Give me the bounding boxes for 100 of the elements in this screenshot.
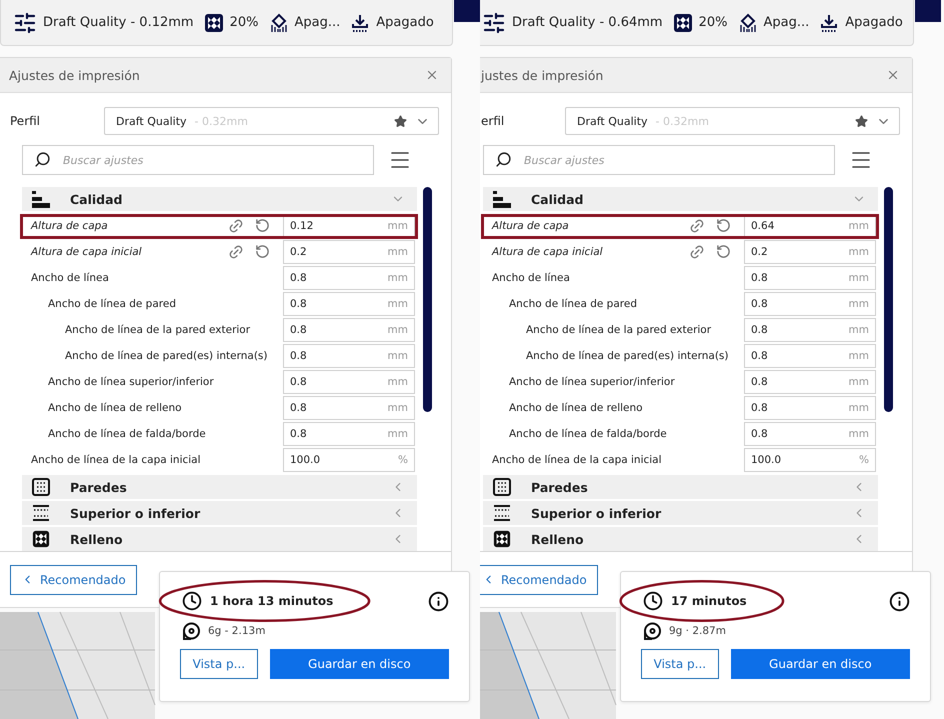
recommended-button[interactable]: Recomendado (480, 564, 598, 594)
reset-icon[interactable] (716, 244, 731, 259)
search-field[interactable]: Buscar ajustes (483, 145, 835, 175)
category-header[interactable]: Calidad (22, 187, 417, 211)
print-setup-toolbar[interactable]: Draft Quality - 0.12mm 20% Apag... Apagado (0, 0, 453, 46)
category-name: Superior o inferior (70, 506, 202, 520)
value-field[interactable]: 0.8 mm (744, 344, 876, 368)
setting-label: Altura de capa inicial (30, 246, 143, 258)
setting-label: Ancho de línea de la pared exterior (64, 324, 252, 336)
setting-label: Ancho de línea de falda/borde (508, 428, 668, 440)
category-header[interactable]: Relleno (22, 527, 417, 551)
spool-icon (182, 622, 200, 640)
scrollbar-thumb[interactable] (423, 187, 432, 412)
setting-label: Ancho de línea de falda/borde (47, 428, 207, 440)
unit-label: mm (848, 298, 869, 310)
profile-label: erfil (481, 114, 506, 128)
print-setup-toolbar[interactable]: Draft Quality - 0.64mm 20% Apag... Apagado (480, 0, 914, 46)
info-icon[interactable] (889, 590, 910, 612)
save-to-disk-button[interactable]: Guardar en disco (270, 649, 449, 679)
unit-label: mm (848, 350, 869, 362)
search-icon (495, 151, 512, 168)
value-field[interactable]: 0.8 mm (744, 422, 876, 446)
value-field[interactable]: 0.8 mm (283, 292, 415, 316)
search-field[interactable]: Buscar ajustes (22, 145, 374, 175)
category-name: Paredes (531, 480, 589, 494)
unit-label: mm (388, 350, 408, 362)
scrollbar-thumb[interactable] (884, 187, 893, 412)
toolbar-label: Apag... (294, 15, 340, 30)
header-strip (454, 0, 480, 22)
material-usage: 6g - 2.13m (208, 625, 266, 637)
sliders-icon (482, 10, 506, 34)
download-icon (819, 12, 840, 32)
value-field[interactable]: 0.8 mm (744, 266, 876, 290)
value-field[interactable]: 0.8 mm (283, 344, 415, 368)
setting-label: Ancho de línea de la pared exterior (525, 324, 712, 336)
category-header[interactable]: Relleno (483, 527, 878, 551)
star-icon[interactable] (855, 114, 868, 128)
save-to-disk-button[interactable]: Guardar en disco (730, 649, 910, 679)
setting-label: Ancho de línea superior/inferior (47, 376, 215, 388)
unit-label: mm (388, 428, 408, 440)
preview-button[interactable]: Vista p... (641, 649, 719, 679)
toolbar-label: 20% (230, 15, 258, 30)
header-strip (915, 0, 941, 22)
value-field[interactable]: 0.8 mm (744, 396, 876, 420)
close-button[interactable] (425, 68, 439, 82)
close-button[interactable] (886, 68, 900, 82)
unit-label: mm (848, 272, 869, 284)
unit-label: mm (848, 324, 869, 336)
unit-label: mm (388, 402, 408, 414)
reset-icon[interactable] (255, 218, 270, 233)
category-header[interactable]: Paredes (22, 475, 417, 499)
unit-label: mm (388, 272, 408, 284)
value-field[interactable]: 100.0 % (283, 448, 415, 472)
profile-name: Draft Quality (577, 114, 648, 128)
category-header[interactable]: Paredes (483, 475, 878, 499)
print-time: 17 minutos (671, 594, 747, 608)
search-icon (34, 151, 51, 168)
setting-label: Altura de capa (490, 220, 570, 232)
infill-icon (32, 530, 50, 548)
category-header[interactable]: Superior o inferior (483, 501, 878, 525)
value-field[interactable]: 0.8 mm (283, 396, 415, 420)
value-field[interactable]: 0.2 mm (744, 240, 876, 264)
unit-label: mm (388, 376, 408, 388)
reset-icon[interactable] (716, 218, 731, 233)
value-field[interactable]: 0.8 mm (283, 422, 415, 446)
unit-label: mm (848, 376, 869, 388)
value-field[interactable]: 0.8 mm (744, 318, 876, 342)
category-header[interactable]: Superior o inferior (22, 501, 417, 525)
setting-label: Ancho de línea de relleno (508, 402, 644, 414)
value-field[interactable]: 0.64 mm (744, 214, 876, 238)
category-name: Relleno (70, 532, 124, 546)
value-field[interactable]: 0.8 mm (744, 370, 876, 394)
panel-title: justes de impresión (481, 68, 604, 82)
value-field[interactable]: 0.2 mm (283, 240, 415, 264)
value-field[interactable]: 0.8 mm (283, 266, 415, 290)
category-name: Calidad (70, 192, 124, 206)
unit-label: % (398, 454, 408, 466)
star-icon[interactable] (394, 114, 407, 128)
reset-icon[interactable] (255, 244, 270, 259)
setting-label: Ancho de línea (30, 272, 110, 284)
unit-label: mm (388, 324, 408, 336)
toolbar-label: Apagado (845, 15, 903, 30)
value-field[interactable]: 0.8 mm (744, 292, 876, 316)
preview-button[interactable]: Vista p... (180, 649, 258, 679)
value-field[interactable]: 0.8 mm (283, 318, 415, 342)
category-header[interactable]: Calidad (483, 187, 878, 211)
recommended-button[interactable]: Recomendado (10, 564, 137, 594)
setting-label: Ancho de línea (491, 272, 571, 284)
value-field[interactable]: 0.12 mm (283, 214, 415, 238)
setting-label: Ancho de línea de la capa inicial (30, 454, 202, 466)
clock-icon (182, 591, 202, 611)
setting-label: Ancho de línea de pared (47, 298, 177, 310)
infill-icon (672, 12, 693, 32)
setting-label: Ancho de línea de la capa inicial (491, 454, 663, 466)
value-field[interactable]: 0.8 mm (283, 370, 415, 394)
info-icon[interactable] (428, 590, 449, 612)
support-icon (268, 12, 288, 32)
top-bottom-icon (32, 504, 50, 522)
value-field[interactable]: 100.0 % (744, 448, 876, 472)
unit-label: mm (848, 220, 869, 232)
